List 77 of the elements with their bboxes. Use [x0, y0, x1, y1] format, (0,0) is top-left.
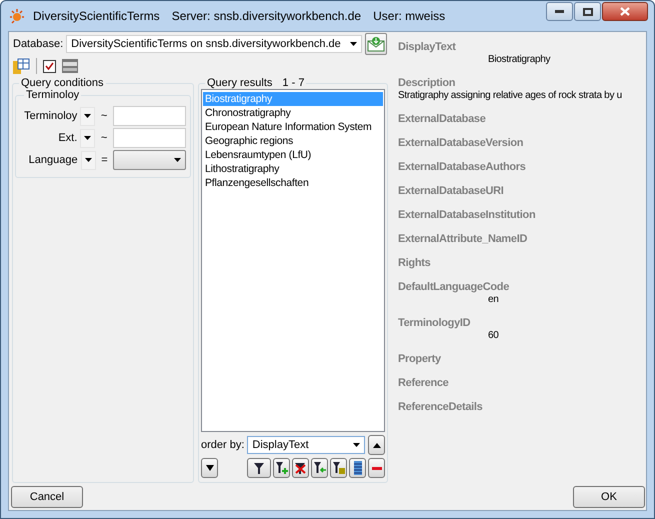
- server-label: Server: snsb.diversityworkbench.de: [172, 9, 362, 23]
- field-label: ExternalDatabase: [398, 112, 487, 126]
- ok-button[interactable]: OK: [573, 486, 645, 508]
- filter-save-icon[interactable]: [330, 458, 347, 478]
- order-by-dropdown[interactable]: DisplayText: [247, 436, 365, 454]
- operator-symbol: ~: [100, 132, 108, 144]
- result-item[interactable]: European Nature Information System: [203, 120, 383, 134]
- field-label: ExternalAttribute_NameID: [398, 232, 528, 246]
- filter-add-icon[interactable]: [273, 458, 290, 478]
- field-label: DisplayText: [398, 40, 457, 54]
- list-icon[interactable]: [349, 458, 366, 478]
- checkbox-icon[interactable]: [43, 60, 56, 72]
- condition-input[interactable]: [113, 128, 186, 148]
- result-item[interactable]: Geographic regions: [203, 134, 383, 148]
- operator-symbol: ~: [100, 110, 108, 122]
- operator-dropdown[interactable]: [80, 128, 96, 148]
- field-label: Rights: [398, 256, 432, 270]
- user-label: User: mweiss: [373, 9, 446, 23]
- maximize-icon: [582, 8, 592, 16]
- close-button[interactable]: [602, 2, 648, 21]
- condition-dropdown[interactable]: [113, 150, 186, 170]
- database-dropdown[interactable]: DiversityScientificTerms on snsb.diversityworkbench.de: [66, 35, 362, 53]
- field-value: en: [487, 294, 500, 306]
- panel-title: Query results: [207, 77, 272, 89]
- field-label: TerminologyID: [398, 316, 472, 330]
- expand-down-button[interactable]: [201, 458, 218, 478]
- operator-dropdown[interactable]: [80, 150, 96, 170]
- result-item[interactable]: Pflanzengesellschaften: [203, 176, 383, 190]
- maximize-button[interactable]: [574, 2, 601, 21]
- caret-icon: [84, 136, 92, 140]
- cancel-button[interactable]: Cancel: [11, 486, 83, 508]
- filter-icon[interactable]: [247, 458, 271, 478]
- field-label: Reference: [398, 376, 450, 390]
- caret-icon: [84, 114, 92, 118]
- database-label: Database:: [13, 38, 64, 50]
- panel-title: Query conditions: [20, 77, 105, 89]
- envelope-icon[interactable]: [365, 33, 388, 55]
- sunburst-icon: [9, 8, 25, 24]
- result-item[interactable]: Lebensraumtypen (LfU): [203, 148, 383, 162]
- operator-symbol: =: [100, 154, 109, 166]
- condition-input[interactable]: [113, 106, 186, 126]
- panel-icon[interactable]: [62, 58, 78, 74]
- condition-label: Terminoloy: [23, 110, 78, 122]
- field-label: ExternalDatabaseAuthors: [398, 160, 527, 174]
- field-label: ExternalDatabaseVersion: [398, 136, 524, 150]
- result-range: 1 - 7: [282, 77, 304, 89]
- field-label: Property: [398, 352, 442, 366]
- result-item[interactable]: Chronostratigraphy: [203, 106, 383, 120]
- sort-up-button[interactable]: [368, 435, 385, 455]
- field-value: 60: [487, 330, 500, 342]
- caret-icon: [353, 443, 360, 447]
- filter-import-icon[interactable]: [311, 458, 328, 478]
- up-arrow-icon: [372, 442, 380, 448]
- window-title: DiversityScientificTerms: [33, 9, 160, 23]
- result-item[interactable]: Lithostratigraphy: [203, 162, 383, 176]
- remove-icon[interactable]: [368, 458, 385, 478]
- operator-dropdown[interactable]: [80, 106, 96, 126]
- caret-icon: [174, 158, 181, 162]
- field-label: ExternalDatabaseInstitution: [398, 208, 536, 222]
- down-arrow-icon: [206, 465, 214, 471]
- field-label: DefaultLanguageCode: [398, 280, 510, 294]
- group-title: Terminoloy: [25, 89, 80, 101]
- table-icon[interactable]: [13, 58, 30, 74]
- order-by-label: order by:: [201, 439, 244, 451]
- caret-icon: [84, 158, 92, 162]
- filter-remove-icon[interactable]: [292, 458, 309, 478]
- condition-label: Ext.: [57, 132, 78, 144]
- field-label: ExternalDatabaseURI: [398, 184, 505, 198]
- condition-label: Language: [28, 154, 78, 166]
- minimize-icon: [555, 10, 564, 13]
- close-icon: [620, 7, 630, 16]
- field-value: Biostratigraphy: [487, 54, 552, 66]
- field-label: ReferenceDetails: [398, 400, 484, 414]
- caret-icon: [350, 42, 358, 46]
- minimize-button[interactable]: [546, 2, 573, 21]
- field-value: Stratigraphy assigning relative ages of rock strata by u: [398, 90, 623, 102]
- field-label: Description: [398, 76, 456, 90]
